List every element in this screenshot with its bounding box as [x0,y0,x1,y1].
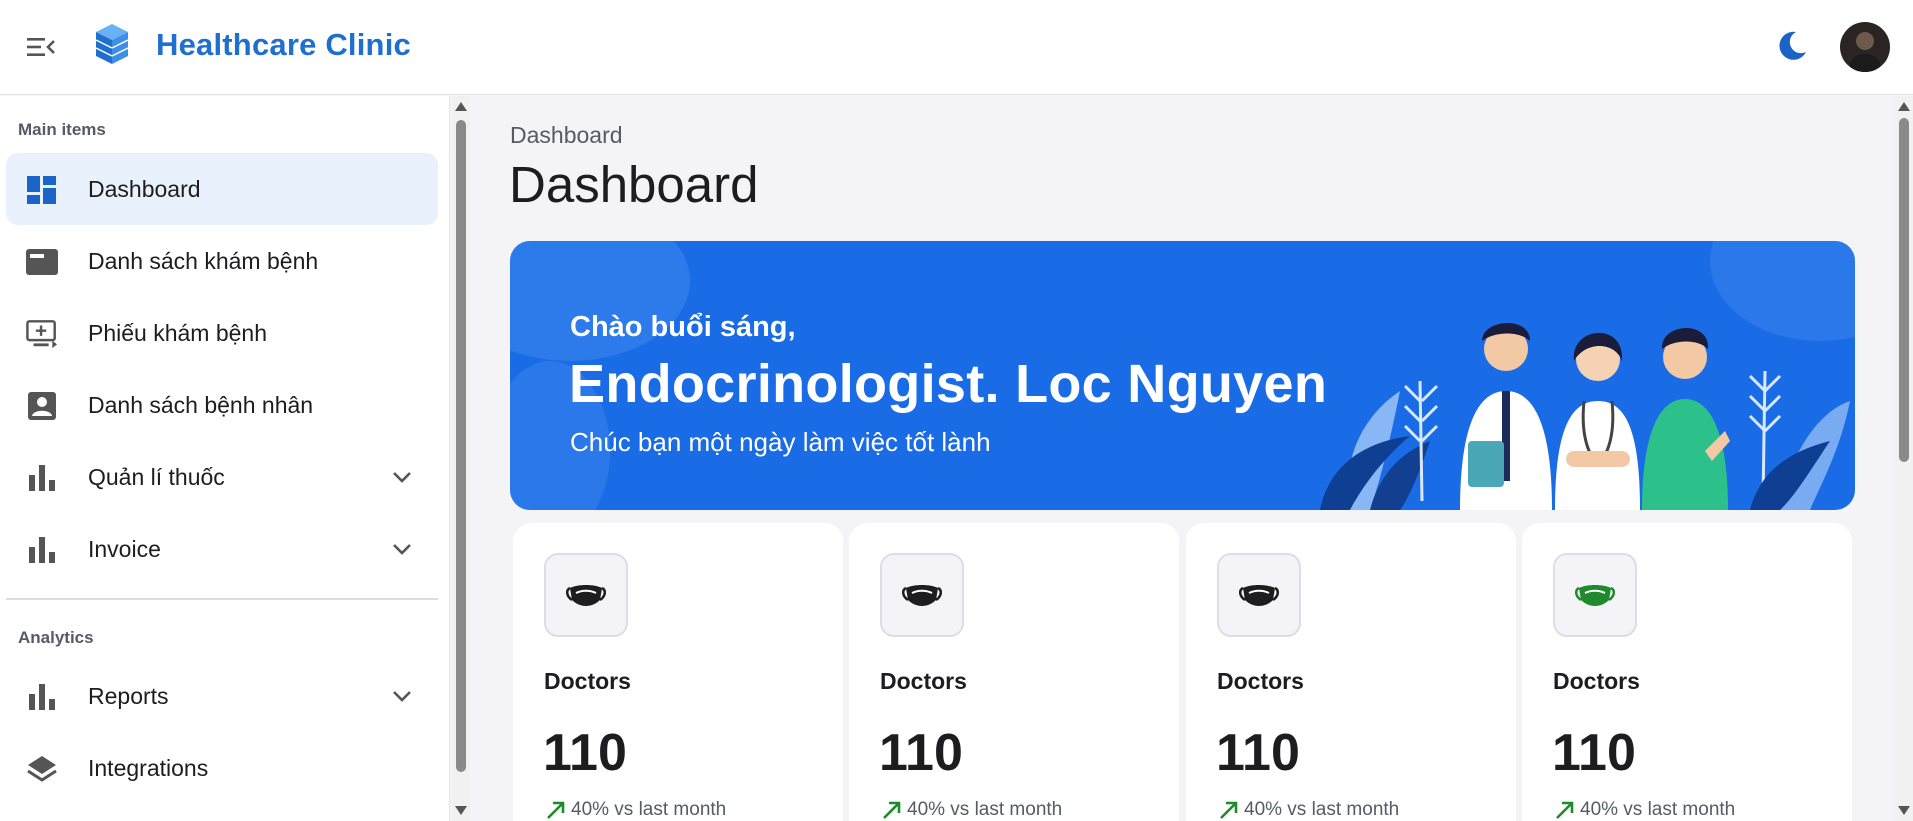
bar-chart-icon [26,682,58,712]
stat-value: 110 [879,724,963,782]
list-card-icon [26,247,58,277]
layers-icon [26,754,58,784]
sidebar-item-label: Quản lí thuốc [88,464,225,490]
stat-label: Doctors [1217,668,1304,694]
scrollbar-thumb[interactable] [1899,118,1909,462]
sidebar-item-label: Invoice [88,536,161,562]
dashboard-icon [26,175,58,205]
chevron-down-icon[interactable] [390,539,414,559]
add-to-queue-icon [26,319,58,349]
bar-chart-icon [26,535,58,565]
stat-trend-text: 40% vs last month [907,799,1063,820]
stat-trend: 40% vs last month [545,799,726,821]
chevron-down-icon[interactable] [390,467,414,487]
cube-logo-icon [93,22,131,66]
stat-label: Doctors [544,668,631,694]
breadcrumb[interactable]: Dashboard [510,122,623,149]
stat-trend-text: 40% vs last month [1580,799,1736,820]
trend-up-icon [1220,801,1238,819]
app-header: Healthcare Clinic [0,0,1913,95]
menu-collapse-icon [27,38,55,56]
scroll-up-arrow[interactable] [1898,102,1910,111]
sidebar-item-integrations[interactable]: Integrations [6,732,438,804]
scrollbar-thumb[interactable] [456,120,466,772]
scroll-up-arrow[interactable] [455,102,467,111]
stat-value: 110 [1216,724,1300,782]
section-label-main: Main items [18,120,106,139]
moon-icon [1779,31,1806,60]
stat-trend-text: 40% vs last month [1244,799,1400,820]
welcome-banner: Chào buổi sáng, Endocrinologist. Loc Ngu… [510,241,1855,510]
section-label-analytics: Analytics [18,628,94,647]
sidebar-item-reports[interactable]: Reports [6,660,438,732]
stat-card[interactable]: Doctors 110 40% vs last month [513,523,843,821]
bar-chart-icon [26,463,58,493]
main-scrollbar[interactable] [1895,96,1913,821]
sidebar: Main items Dashboard Danh sách khám bệnh… [0,96,450,821]
sidebar-item-label: Integrations [88,755,209,781]
sidebar-item-label: Phiếu khám bệnh [88,320,268,346]
mask-icon [1553,553,1637,637]
avatar[interactable] [1840,22,1890,72]
banner-wish: Chúc bạn một ngày làm việc tốt lành [570,427,991,457]
sidebar-scrollbar[interactable] [452,96,470,821]
sidebar-item-label: Dashboard [88,176,201,202]
scroll-down-arrow[interactable] [455,806,467,815]
app-title[interactable]: Healthcare Clinic [156,27,411,63]
sidebar-item-invoice[interactable]: Invoice [6,513,438,585]
banner-doctor-name: Endocrinologist. Loc Nguyen [569,354,1328,414]
sidebar-item-label: Reports [88,683,169,709]
trend-up-icon [547,801,565,819]
chevron-down-icon[interactable] [390,686,414,706]
trend-up-icon [1556,801,1574,819]
stat-card[interactable]: Doctors 110 40% vs last month [849,523,1179,821]
stat-label: Doctors [1553,668,1640,694]
page-title: Dashboard [509,156,759,213]
stat-label: Doctors [880,668,967,694]
stat-trend-text: 40% vs last month [571,799,727,820]
stat-trend: 40% vs last month [1554,799,1735,821]
sidebar-divider [6,598,438,600]
stat-card[interactable]: Doctors 110 40% vs last month [1522,523,1852,821]
stat-value: 110 [1552,724,1636,782]
mask-icon [1217,553,1301,637]
theme-toggle-button[interactable] [1774,28,1810,64]
sidebar-item-exam-form[interactable]: Phiếu khám bệnh [6,297,438,369]
sidebar-item-patient-list[interactable]: Danh sách bệnh nhân [6,369,438,441]
sidebar-item-label: Danh sách bệnh nhân [88,392,314,418]
mask-icon [544,553,628,637]
sidebar-item-label: Danh sách khám bệnh [88,248,319,274]
doctors-illustration [1320,322,1850,510]
stat-trend: 40% vs last month [1218,799,1399,821]
scroll-down-arrow[interactable] [1898,806,1910,815]
trend-up-icon [883,801,901,819]
stat-card[interactable]: Doctors 110 40% vs last month [1186,523,1516,821]
mask-icon [880,553,964,637]
menu-collapse-button[interactable] [24,32,58,62]
stat-value: 110 [543,724,627,782]
sidebar-item-dashboard[interactable]: Dashboard [6,153,438,225]
contact-icon [26,391,58,421]
sidebar-item-exam-list[interactable]: Danh sách khám bệnh [6,225,438,297]
sidebar-item-medicine[interactable]: Quản lí thuốc [6,441,438,513]
banner-greeting: Chào buổi sáng, [570,311,796,343]
stat-trend: 40% vs last month [881,799,1062,821]
